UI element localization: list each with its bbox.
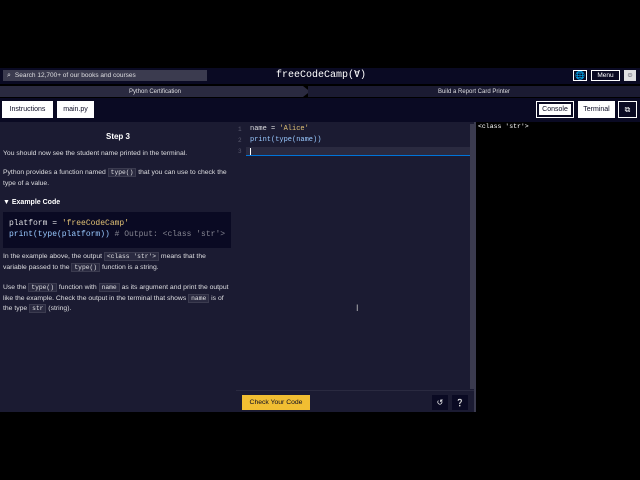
- console-button[interactable]: Console: [536, 101, 574, 118]
- inline-code: str: [29, 304, 47, 313]
- terminal-panel[interactable]: <class 'str'>: [474, 122, 640, 412]
- code-line-1[interactable]: name = 'Alice': [250, 125, 309, 133]
- search-icon: ⌕: [7, 71, 11, 79]
- file-tab-main-py[interactable]: main.py: [57, 101, 94, 118]
- inline-code: type(): [107, 168, 137, 177]
- instruction-paragraph-1: You should now see the student name prin…: [3, 150, 188, 157]
- text: (string).: [46, 305, 72, 312]
- code-text: name =: [250, 125, 280, 133]
- inline-code: <class 'str'>: [103, 252, 160, 261]
- instructions-panel: Step 3 You should now see the student na…: [0, 122, 236, 412]
- example-code-block: platform = 'freeCodeCamp' print(type(pla…: [3, 212, 231, 248]
- help-icon[interactable]: ❔: [452, 395, 468, 410]
- search-placeholder: Search 12,700+ of our books and courses: [14, 72, 136, 79]
- line-number: 2: [238, 137, 242, 144]
- inline-code: name: [188, 293, 210, 303]
- breadcrumb: Python Certification Build a Report Card…: [0, 86, 640, 97]
- example-line-1: platform = 'freeCodeCamp': [9, 218, 129, 229]
- text: In the example above, the output: [3, 253, 104, 260]
- code-text: platform =: [9, 219, 62, 228]
- mouse-cursor-icon: I: [356, 303, 359, 313]
- step-title: Step 3: [105, 132, 130, 141]
- breadcrumb-course[interactable]: Python Certification: [0, 86, 310, 97]
- instructions-tab[interactable]: Instructions: [2, 101, 53, 118]
- code-call: print(type(name)): [250, 136, 322, 144]
- editor-footer: Check Your Code ↺ ❔: [236, 390, 474, 412]
- console-label: Console: [539, 104, 571, 115]
- text: function is a string.: [100, 263, 159, 271]
- code-line-2[interactable]: print(type(name)): [250, 136, 321, 144]
- instruction-paragraph-2: Python provides a function named type() …: [3, 168, 229, 189]
- line-number: 1: [238, 126, 242, 133]
- active-line-highlight: [246, 147, 472, 156]
- line-number: 3: [238, 148, 242, 155]
- terminal-button[interactable]: Terminal: [578, 101, 615, 118]
- text: Use the: [3, 284, 29, 291]
- inline-code: type(): [71, 262, 101, 272]
- search-input[interactable]: ⌕ Search 12,700+ of our books and course…: [3, 70, 207, 81]
- code-string: 'Alice': [279, 125, 309, 133]
- user-icon[interactable]: ☺: [624, 70, 636, 81]
- text: Python provides a function named: [3, 169, 108, 176]
- inline-code: type(): [28, 283, 57, 292]
- breadcrumb-project[interactable]: Build a Report Card Printer: [308, 86, 640, 97]
- instruction-paragraph-4: Use the type() function with name as its…: [3, 283, 229, 315]
- globe-icon[interactable]: 🌐: [573, 70, 587, 81]
- terminal-output: <class 'str'>: [478, 123, 529, 130]
- text: function with: [57, 284, 99, 291]
- example-code-toggle[interactable]: ▼ Example Code: [3, 199, 60, 206]
- inline-code: name: [98, 283, 120, 292]
- logo[interactable]: freeCodeCamp(Ɐ): [276, 69, 366, 81]
- text-cursor: [250, 148, 251, 155]
- reset-icon[interactable]: ↺: [432, 395, 448, 410]
- top-navbar: ⌕ Search 12,700+ of our books and course…: [0, 68, 640, 84]
- menu-button[interactable]: Menu: [591, 70, 620, 81]
- check-code-button[interactable]: Check Your Code: [242, 395, 310, 410]
- toolbar: Instructions main.py Console Terminal ⧉: [0, 98, 640, 122]
- code-string: 'freeCodeCamp': [61, 219, 130, 228]
- preview-window-icon[interactable]: ⧉: [618, 101, 637, 118]
- instruction-paragraph-3: In the example above, the output <class …: [3, 252, 229, 273]
- example-line-2: print(type(platform)) # Output: <class '…: [9, 229, 225, 240]
- code-editor[interactable]: 1 name = 'Alice' 2 print(type(name)) 3: [236, 122, 474, 390]
- code-comment: # Output: <class 'str'>: [109, 230, 226, 239]
- code-call: print(type(platform)): [9, 230, 110, 239]
